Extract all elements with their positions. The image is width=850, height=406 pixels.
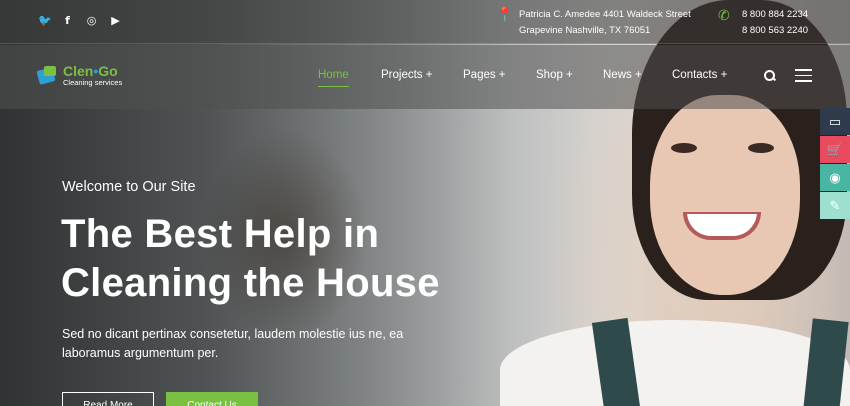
nav-item-shop[interactable]: Shop + xyxy=(536,69,573,81)
location-pin-icon: 📍 xyxy=(496,6,514,22)
edit-icon[interactable]: ✎ xyxy=(820,192,850,219)
logo-icon xyxy=(36,65,58,86)
facebook-icon[interactable]: f xyxy=(62,14,73,27)
social-links: 🐦 f ◎ ▶ xyxy=(38,14,121,27)
logo-name-part2: Go xyxy=(98,63,118,79)
logo-name-part1: Clen xyxy=(63,63,94,79)
side-toolbar: ▭ 🛒 ◉ ✎ xyxy=(820,108,850,220)
instagram-icon[interactable]: ◎ xyxy=(86,14,97,27)
youtube-icon[interactable]: ▶ xyxy=(110,14,121,27)
monitor-icon[interactable]: ▭ xyxy=(820,108,850,135)
phone-icon: ✆ xyxy=(718,7,730,23)
nav-item-projects[interactable]: Projects + xyxy=(381,69,432,81)
twitter-icon[interactable]: 🐦 xyxy=(38,14,52,27)
hero-welcome: Welcome to Our Site xyxy=(62,179,196,195)
search-icon[interactable] xyxy=(764,70,776,82)
hero-photo-eye xyxy=(671,143,697,153)
phone-number-2[interactable]: 8 800 563 2240 xyxy=(742,23,808,39)
address: Patricia C. Amedee 4401 Waldeck Street G… xyxy=(519,7,691,39)
phone-number-1[interactable]: 8 800 884 2234 xyxy=(742,7,808,23)
address-line-2: Grapevine Nashville, TX 76051 xyxy=(519,25,651,36)
main-navbar: Clen•Go Cleaning services Home Projects … xyxy=(0,45,850,109)
hero-headline: The Best Help in Cleaning the House xyxy=(61,210,440,308)
top-bar: 🐦 f ◎ ▶ 📍 Patricia C. Amedee 4401 Waldec… xyxy=(0,0,850,44)
hero-banner: 🐦 f ◎ ▶ 📍 Patricia C. Amedee 4401 Waldec… xyxy=(0,0,850,406)
logo-tagline: Cleaning services xyxy=(63,78,123,87)
hero-photo-shirt xyxy=(500,320,850,406)
hero-photo-face xyxy=(650,95,800,295)
lifebuoy-icon[interactable]: ◉ xyxy=(820,164,850,191)
nav-item-news[interactable]: News + xyxy=(603,69,642,81)
nav-item-contacts[interactable]: Contacts + xyxy=(672,69,727,81)
nav-item-home[interactable]: Home xyxy=(318,69,349,87)
hero-photo-eye xyxy=(748,143,774,153)
logo-title: Clen•Go xyxy=(63,64,122,78)
logo[interactable]: Clen•Go Cleaning services xyxy=(36,64,122,87)
hero-headline-line-1: The Best Help in xyxy=(61,212,380,256)
hero-headline-line-2: Cleaning the House xyxy=(61,261,440,305)
hero-description: Sed no dicant pertinax consetetur, laude… xyxy=(62,327,404,360)
address-line-1: Patricia C. Amedee 4401 Waldeck Street xyxy=(519,9,691,20)
hamburger-menu-icon[interactable] xyxy=(795,69,812,82)
nav-item-pages[interactable]: Pages + xyxy=(463,69,506,81)
read-more-button[interactable]: Read More xyxy=(62,392,154,406)
phone-numbers: 8 800 884 2234 8 800 563 2240 xyxy=(742,7,808,39)
cart-icon[interactable]: 🛒 xyxy=(820,136,850,163)
contact-us-button[interactable]: Contact Us xyxy=(166,392,258,406)
